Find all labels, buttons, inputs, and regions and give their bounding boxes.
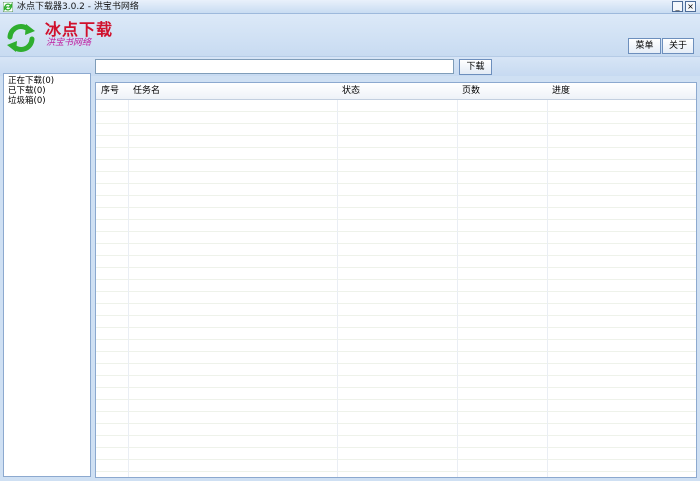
column-divider	[337, 100, 338, 477]
column-divider	[547, 100, 548, 477]
close-icon: ×	[687, 1, 694, 11]
minimize-button[interactable]: _	[672, 1, 683, 12]
brand-subtitle: 洪宝书网络	[46, 38, 92, 48]
url-bar: 下载	[0, 56, 700, 76]
column-header-status[interactable]: 状态	[337, 83, 457, 100]
table-header: 序号 任务名 状态 页数 进度	[96, 83, 696, 100]
window-title: 冰点下载器3.0.2 - 洪宝书网络	[17, 2, 139, 12]
about-button[interactable]: 关于	[662, 38, 694, 54]
app-name-logo: 冰点下载	[45, 20, 114, 39]
column-header-progress[interactable]: 进度	[547, 83, 696, 100]
title-bar: 冰点下载器3.0.2 - 洪宝书网络 _ ×	[0, 0, 700, 14]
app-icon	[3, 2, 13, 12]
column-divider	[457, 100, 458, 477]
column-header-pages[interactable]: 页数	[457, 83, 547, 100]
sidebar-item-downloaded[interactable]: 已下载(0)	[4, 86, 90, 96]
app-header: 冰点下载 洪宝书网络 菜单 关于	[0, 14, 700, 56]
url-input[interactable]	[95, 59, 454, 74]
column-header-index[interactable]: 序号	[96, 83, 128, 100]
sidebar-item-downloading[interactable]: 正在下载(0)	[4, 76, 90, 86]
close-button[interactable]: ×	[685, 1, 696, 12]
menu-button[interactable]: 菜单	[628, 38, 661, 54]
minimize-icon: _	[675, 1, 680, 11]
column-divider	[128, 100, 129, 477]
table-body[interactable]	[96, 100, 696, 477]
column-header-task-name[interactable]: 任务名	[128, 83, 337, 100]
task-table: 序号 任务名 状态 页数 进度	[95, 82, 697, 478]
download-button[interactable]: 下载	[459, 59, 492, 75]
sidebar-item-trash[interactable]: 垃圾箱(0)	[4, 96, 90, 106]
refresh-arrows-icon	[7, 24, 35, 52]
category-sidebar: 正在下载(0) 已下载(0) 垃圾箱(0)	[3, 73, 91, 477]
